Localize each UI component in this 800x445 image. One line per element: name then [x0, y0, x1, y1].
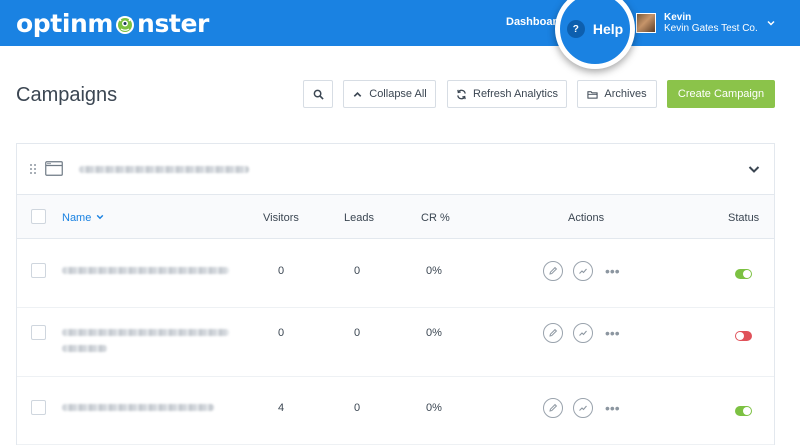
column-header-name[interactable]: Name	[62, 212, 104, 224]
edit-campaign-button[interactable]	[543, 398, 563, 418]
cr-value: 0%	[426, 265, 442, 277]
row-checkbox[interactable]	[31, 325, 46, 340]
refresh-icon	[457, 89, 466, 99]
avatar	[636, 13, 656, 33]
chevron-down-icon	[767, 20, 775, 26]
blurred-campaign-name[interactable]	[62, 329, 229, 336]
analytics-button[interactable]	[573, 261, 593, 281]
row-checkbox[interactable]	[31, 263, 46, 278]
status-toggle[interactable]	[735, 331, 752, 341]
analytics-button[interactable]	[573, 398, 593, 418]
create-campaign-button[interactable]: Create Campaign	[667, 80, 775, 108]
collapse-all-button[interactable]: Collapse All	[343, 80, 436, 108]
select-all-checkbox[interactable]	[31, 209, 46, 224]
visitors-value: 0	[278, 327, 285, 339]
column-header-actions: Actions	[568, 212, 605, 224]
refresh-analytics-label: Refresh Analytics	[473, 88, 558, 100]
leads-value: 0	[354, 327, 361, 339]
cr-value: 0%	[426, 327, 442, 339]
logo-text-right: nster	[137, 8, 209, 38]
user-organization: Kevin Gates Test Co.	[664, 23, 758, 34]
more-dots-icon[interactable]: •••	[605, 264, 620, 278]
help-button[interactable]: ? Help	[555, 0, 635, 69]
column-header-status: Status	[728, 212, 760, 224]
optinmonster-logo[interactable]: optinm nster	[16, 8, 209, 38]
column-header-visitors: Visitors	[263, 212, 299, 224]
pencil-icon	[549, 403, 558, 412]
monster-mascot-icon	[116, 16, 135, 34]
refresh-analytics-button[interactable]: Refresh Analytics	[447, 80, 567, 108]
table-header-row: Name Visitors Leads CR % Actions Status	[17, 195, 774, 239]
more-dots-icon[interactable]: •••	[605, 326, 620, 340]
edit-campaign-button[interactable]	[543, 261, 563, 281]
table-row: 0 0 0% •••	[17, 240, 774, 308]
blurred-campaign-name[interactable]	[62, 267, 229, 274]
column-header-cr: CR %	[421, 212, 450, 224]
table-row: 0 0 0% •••	[17, 309, 774, 377]
archives-button[interactable]: Archives	[577, 80, 657, 108]
campaign-group-card: Name Visitors Leads CR % Actions Status …	[16, 143, 775, 445]
status-toggle[interactable]	[735, 269, 752, 279]
row-checkbox[interactable]	[31, 400, 46, 415]
blurred-campaign-name-line2	[62, 345, 107, 352]
chevron-down-icon[interactable]	[748, 165, 760, 174]
trend-line-icon	[579, 330, 587, 336]
analytics-button[interactable]	[573, 323, 593, 343]
help-label: Help	[592, 21, 624, 37]
edit-campaign-button[interactable]	[543, 323, 563, 343]
blurred-campaign-name[interactable]	[62, 404, 214, 411]
archives-label: Archives	[604, 88, 647, 100]
logo-text-left: optinm	[16, 8, 114, 38]
user-menu[interactable]: Kevin Kevin Gates Test Co.	[636, 11, 776, 35]
page-title: Campaigns	[16, 84, 118, 106]
column-header-name-label: Name	[62, 212, 92, 224]
question-icon: ?	[566, 20, 585, 38]
search-button[interactable]	[303, 80, 333, 108]
drag-handle-icon[interactable]	[29, 163, 37, 175]
status-toggle[interactable]	[735, 406, 752, 416]
top-navigation-bar: optinm nster Dashboard Kevin Kevin Gates…	[0, 0, 800, 46]
visitors-value: 0	[278, 265, 285, 277]
trend-line-icon	[579, 268, 587, 274]
chevron-up-icon	[353, 91, 362, 97]
user-info: Kevin Kevin Gates Test Co.	[664, 12, 758, 34]
chevron-down-icon	[97, 214, 104, 220]
cr-value: 0%	[426, 402, 442, 414]
more-dots-icon[interactable]: •••	[605, 401, 620, 415]
pencil-icon	[549, 266, 558, 275]
visitors-value: 4	[278, 402, 285, 414]
user-name: Kevin	[664, 12, 692, 23]
browser-window-icon	[45, 161, 63, 176]
leads-value: 0	[354, 265, 361, 277]
search-icon	[313, 89, 324, 100]
table-row: 4 0 0% •••	[17, 377, 774, 445]
leads-value: 0	[354, 402, 361, 414]
pencil-icon	[549, 328, 558, 337]
folder-icon	[587, 90, 598, 99]
collapse-all-label: Collapse All	[369, 88, 427, 100]
column-header-leads: Leads	[344, 212, 374, 224]
campaign-group-header[interactable]	[17, 144, 774, 195]
trend-line-icon	[579, 405, 587, 411]
blurred-group-name	[79, 166, 249, 173]
